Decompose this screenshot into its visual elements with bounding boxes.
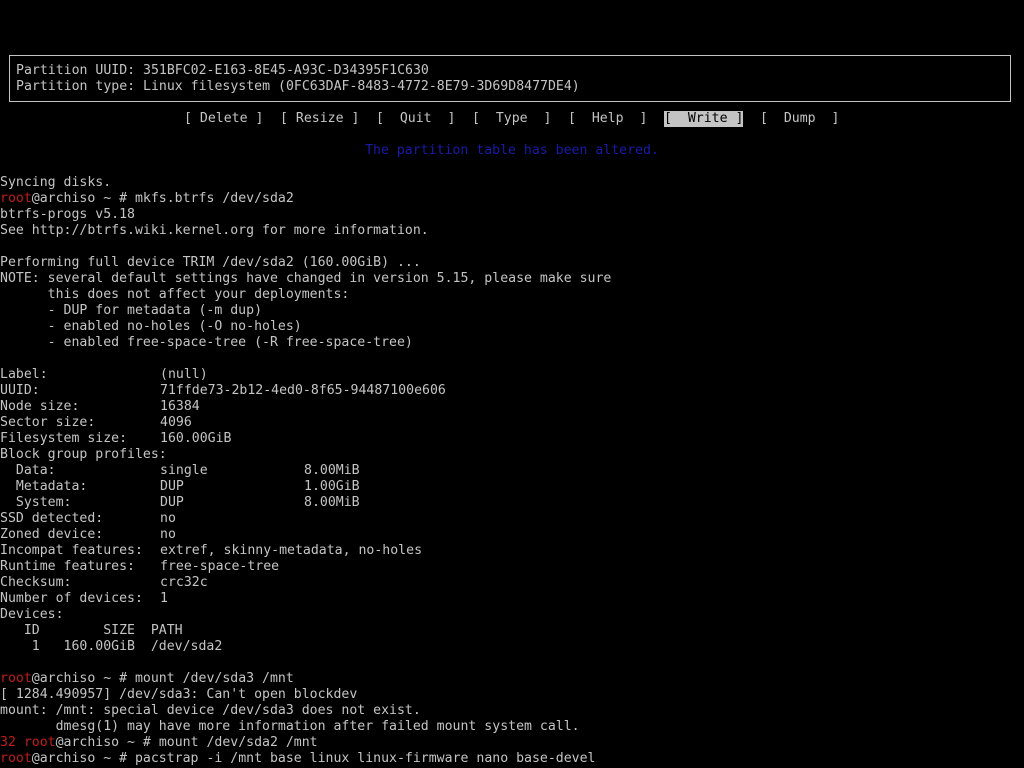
command-text: mount /dev/sda3 /mnt — [134, 671, 294, 686]
prompt-user: root — [23, 735, 56, 750]
prompt-user: root — [0, 751, 32, 766]
prompt-user: root — [0, 671, 32, 686]
fs-value: 16384 — [160, 399, 200, 414]
prompt-line-mount2: 32 root@archiso ~ # mount /dev/sda2 /mnt — [0, 735, 318, 751]
note-line: - DUP for metadata (-m dup) — [0, 303, 263, 318]
profile-type: DUP — [160, 495, 184, 510]
delete-button[interactable]: [ Delete ] — [184, 111, 263, 127]
fs-value: no — [160, 511, 176, 526]
status-message: The partition table has been altered. — [365, 143, 659, 158]
fs-label: Number of devices: — [0, 591, 143, 606]
profile-label: Metadata: — [0, 479, 88, 494]
profile-type: DUP — [160, 479, 184, 494]
output-line: Performing full device TRIM /dev/sda2 (1… — [0, 255, 421, 270]
note-line: this does not affect your deployments: — [0, 287, 350, 302]
profile-label: Data: — [0, 463, 56, 478]
fs-label: Sector size: — [0, 415, 96, 430]
prompt-line-mount1: root@archiso ~ # mount /dev/sda3 /mnt — [0, 671, 294, 687]
output-line: See http://btrfs.wiki.kernel.org for mor… — [0, 223, 429, 238]
fs-label: UUID: — [0, 383, 40, 398]
partition-menu-bar: [ Delete ] [ Resize ] [ Quit ] [ Type ] … — [0, 111, 1024, 127]
prompt-line-pacstrap[interactable]: root@archiso ~ # pacstrap -i /mnt base l… — [0, 751, 595, 767]
devices-header: ID SIZE PATH — [0, 623, 183, 638]
fs-value: crc32c — [160, 575, 208, 590]
quit-button[interactable]: [ Quit ] — [376, 111, 455, 127]
prompt-host: @archiso ~ # — [31, 671, 135, 686]
partition-uuid: Partition UUID: 351BFC02-E163-8E45-A93C-… — [16, 63, 429, 78]
fs-value: no — [160, 527, 176, 542]
dump-button[interactable]: [ Dump ] — [760, 111, 839, 127]
profile-type: single — [160, 463, 208, 478]
fs-label: Incompat features: — [0, 543, 143, 558]
fs-value: 71ffde73-2b12-4ed0-8f65-94487100e606 — [160, 383, 446, 398]
note-line: - enabled free-space-tree (-R free-space… — [0, 335, 413, 350]
command-text: mount /dev/sda2 /mnt — [158, 735, 318, 750]
resize-button[interactable]: [ Resize ] — [280, 111, 359, 127]
fs-value: 160.00GiB — [160, 431, 232, 446]
fs-value: 1 — [160, 591, 168, 606]
output-line: [ 1284.490957] /dev/sda3: Can't open blo… — [0, 687, 358, 702]
fs-label: Filesystem size: — [0, 431, 128, 446]
profile-size: 8.00MiB — [304, 495, 360, 510]
command-text: mkfs.btrfs /dev/sda2 — [134, 191, 294, 206]
partition-type: Partition type: Linux filesystem (0FC63D… — [16, 79, 580, 94]
prompt-user: root — [0, 191, 32, 206]
prompt-host: @archiso ~ # — [31, 191, 135, 206]
devices-row: 1 160.00GiB /dev/sda2 — [0, 639, 223, 654]
profile-size: 8.00MiB — [304, 463, 360, 478]
fs-value: extref, skinny-metadata, no-holes — [160, 543, 423, 558]
fs-value: (null) — [160, 367, 208, 382]
profile-size: 1.00GiB — [304, 479, 360, 494]
prompt-host: @archiso ~ # — [55, 735, 159, 750]
type-button[interactable]: [ Type ] — [472, 111, 551, 127]
note-line: - enabled no-holes (-O no-holes) — [0, 319, 302, 334]
fs-label: Zoned device: — [0, 527, 104, 542]
fs-label: Runtime features: — [0, 559, 135, 574]
fs-label: SSD detected: — [0, 511, 104, 526]
output-line: mount: /mnt: special device /dev/sda3 do… — [0, 703, 421, 718]
profile-label: System: — [0, 495, 72, 510]
fs-label: Node size: — [0, 399, 80, 414]
fs-label: Label: — [0, 367, 48, 382]
note-line: NOTE: several default settings have chan… — [0, 271, 612, 286]
fs-label: Checksum: — [0, 575, 72, 590]
fs-value: free-space-tree — [160, 559, 280, 574]
prompt-line-mkfs: root@archiso ~ # mkfs.btrfs /dev/sda2 — [0, 191, 294, 207]
fs-label: Devices: — [0, 607, 64, 622]
syncing-line: Syncing disks. — [0, 175, 112, 190]
command-input[interactable]: pacstrap -i /mnt base linux linux-firmwa… — [135, 751, 596, 766]
fs-value: 4096 — [160, 415, 192, 430]
output-line: dmesg(1) may have more information after… — [0, 719, 580, 734]
output-line: btrfs-progs v5.18 — [0, 207, 135, 222]
help-button[interactable]: [ Help ] — [568, 111, 647, 127]
write-button[interactable]: [ Write ] — [664, 111, 744, 127]
prompt-host: @archiso ~ # — [31, 751, 135, 766]
exit-code: 32 — [0, 735, 24, 750]
partition-info-box: Partition UUID: 351BFC02-E163-8E45-A93C-… — [9, 55, 1011, 102]
fs-label: Block group profiles: — [0, 447, 167, 462]
